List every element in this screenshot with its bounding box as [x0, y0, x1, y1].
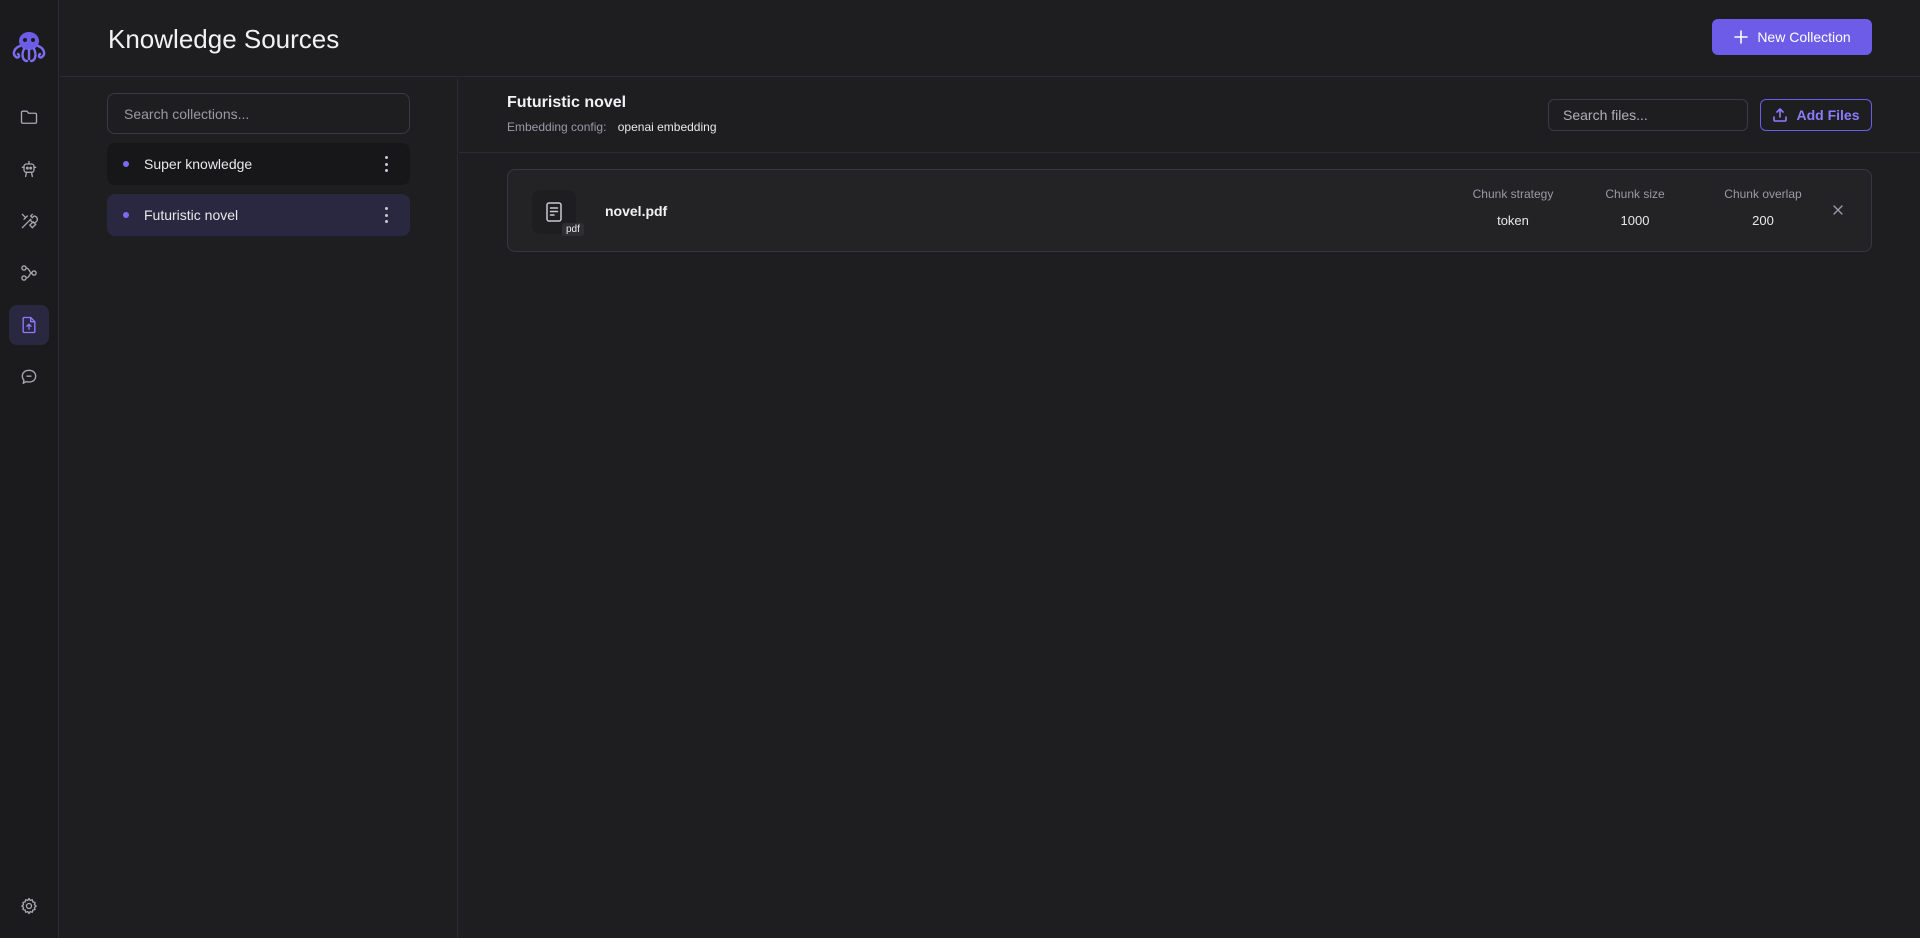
collection-label: Futuristic novel [144, 207, 239, 223]
collection-item-futuristic-novel[interactable]: Futuristic novel [107, 194, 410, 236]
octopus-logo-icon[interactable] [8, 26, 50, 68]
search-files-input[interactable] [1548, 99, 1748, 131]
robot-icon [21, 160, 37, 178]
collection-dot [123, 161, 129, 167]
search-collections-input[interactable] [107, 93, 410, 134]
kebab-menu-icon[interactable] [384, 156, 388, 172]
collection-dot [123, 212, 129, 218]
collection-label: Super knowledge [144, 156, 253, 172]
nav-knowledge-button[interactable] [9, 305, 49, 345]
plus-icon [1734, 30, 1749, 44]
tools-icon [21, 213, 38, 229]
add-files-button[interactable]: Add Files [1760, 99, 1872, 131]
file-name: novel.pdf [605, 203, 668, 219]
collection-item-super-knowledge[interactable]: Super knowledge [107, 143, 410, 185]
page-header: Knowledge Sources New Collection [60, 0, 1920, 77]
workflow-icon [21, 265, 37, 281]
page-title: Knowledge Sources [108, 24, 340, 54]
file-row[interactable]: pdf novel.pdf Chunk strategy token Chunk… [507, 169, 1872, 252]
chunk-strategy: Chunk strategy token [1468, 187, 1558, 228]
nav-tools-button[interactable] [9, 201, 49, 241]
kebab-menu-icon[interactable] [384, 207, 388, 223]
embedding-config-value: openai embedding [617, 120, 717, 134]
chunk-strategy-label: Chunk strategy [1472, 187, 1554, 201]
gear-icon [21, 897, 37, 915]
file-extension-badge: pdf [562, 223, 584, 236]
chunk-size: Chunk size 1000 [1600, 187, 1670, 228]
add-files-label: Add Files [1796, 107, 1860, 123]
chunk-size-label: Chunk size [1605, 187, 1665, 201]
upload-icon [1773, 108, 1788, 122]
new-collection-button[interactable]: New Collection [1712, 19, 1872, 55]
chunk-size-value: 1000 [1620, 213, 1650, 228]
nav-folders-button[interactable] [9, 97, 49, 137]
nav-agents-button[interactable] [9, 149, 49, 189]
collection-title: Futuristic novel [507, 94, 627, 111]
remove-file-button[interactable] [1830, 202, 1846, 218]
chunk-overlap: Chunk overlap 200 [1718, 187, 1808, 228]
nav-workflows-button[interactable] [9, 253, 49, 293]
settings-button[interactable] [9, 886, 49, 926]
chunk-strategy-value: token [1497, 213, 1529, 228]
close-icon [1833, 205, 1843, 215]
folder-icon [20, 110, 38, 124]
chunk-overlap-label: Chunk overlap [1724, 187, 1802, 201]
embedding-config-label: Embedding config: [507, 120, 607, 134]
embedding-config: Embedding config: openai embedding [507, 120, 717, 134]
knowledge-file-icon [22, 316, 36, 334]
new-collection-label: New Collection [1757, 29, 1851, 45]
collections-panel: Super knowledge Futuristic novel [60, 78, 458, 938]
nav-chat-button[interactable] [9, 357, 49, 397]
nav-rail [0, 0, 59, 938]
chunk-overlap-value: 200 [1752, 213, 1774, 228]
collection-header: Futuristic novel Embedding config: opena… [459, 78, 1920, 153]
chat-icon [21, 369, 37, 384]
